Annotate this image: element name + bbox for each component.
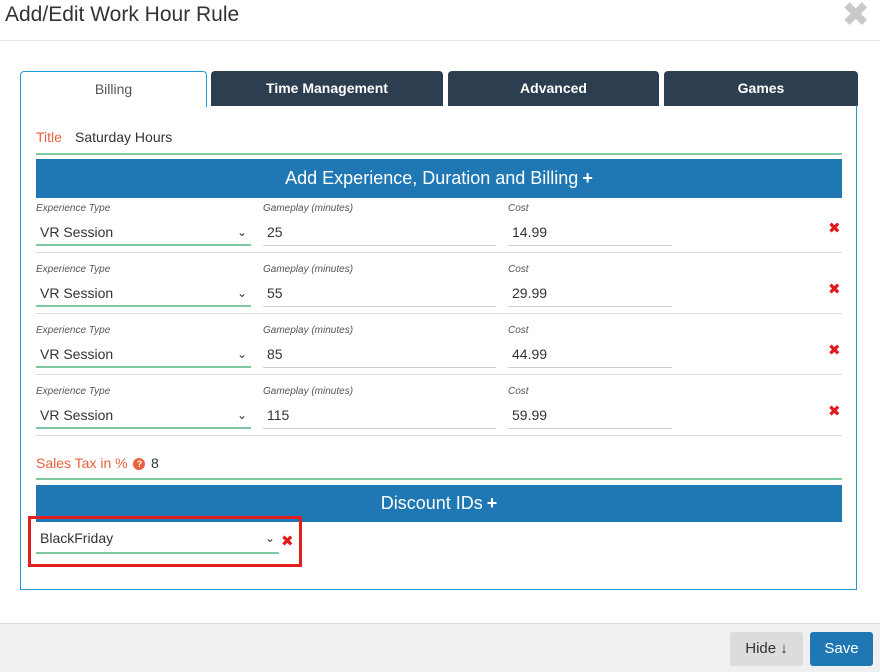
cost-input[interactable]: 44.99 <box>508 340 672 368</box>
delete-row-icon[interactable]: ✖ <box>828 280 841 298</box>
delete-row-icon[interactable]: ✖ <box>828 219 841 237</box>
gameplay-label: Gameplay (minutes) <box>263 325 354 336</box>
sales-tax-label: Sales Tax in % ? <box>36 455 146 471</box>
cost-input[interactable]: 29.99 <box>508 279 672 307</box>
row-divider <box>36 313 842 314</box>
cost-label: Cost <box>508 386 529 397</box>
experience-type-label: Experience Type <box>36 264 111 275</box>
sales-tax-input[interactable]: 8 <box>151 455 159 471</box>
title-field-row: Title Saturday Hours <box>36 122 842 155</box>
gameplay-input[interactable]: 85 <box>263 340 496 368</box>
experience-type-select[interactable]: VR Session ⌄ <box>36 401 251 429</box>
row-divider <box>36 435 842 436</box>
chevron-down-icon: ⌄ <box>236 286 247 300</box>
tab-time-management[interactable]: Time Management <box>211 71 443 106</box>
chevron-down-icon: ⌄ <box>236 408 247 422</box>
row-divider <box>36 374 842 375</box>
sales-tax-label-text: Sales Tax in % <box>36 455 128 471</box>
add-experience-button[interactable]: Add Experience, Duration and Billing + <box>36 159 842 198</box>
gameplay-input[interactable]: 55 <box>263 279 496 307</box>
tab-billing[interactable]: Billing <box>20 71 207 107</box>
delete-row-icon[interactable]: ✖ <box>828 341 841 359</box>
experience-type-label: Experience Type <box>36 203 111 214</box>
tab-advanced[interactable]: Advanced <box>448 71 659 106</box>
experience-type-select[interactable]: VR Session ⌄ <box>36 340 251 368</box>
experience-type-value: VR Session <box>40 224 114 240</box>
experience-type-select[interactable]: VR Session ⌄ <box>36 279 251 307</box>
discount-bar-label: Discount IDs <box>380 493 483 513</box>
cost-label: Cost <box>508 264 529 275</box>
experience-type-value: VR Session <box>40 346 114 362</box>
delete-row-icon[interactable]: ✖ <box>828 402 841 420</box>
close-icon[interactable]: ✖ <box>842 0 871 32</box>
cost-label: Cost <box>508 325 529 336</box>
experience-type-select[interactable]: VR Session ⌄ <box>36 218 251 246</box>
dialog-header: Add/Edit Work Hour Rule ✖ <box>0 0 880 41</box>
gameplay-label: Gameplay (minutes) <box>263 386 354 397</box>
experience-type-label: Experience Type <box>36 386 111 397</box>
experience-row: Experience Type Gameplay (minutes) Cost … <box>36 325 842 381</box>
experience-type-value: VR Session <box>40 407 114 423</box>
experience-row: Experience Type Gameplay (minutes) Cost … <box>36 203 842 259</box>
delete-discount-icon[interactable]: ✖ <box>281 532 294 550</box>
dialog-footer: Hide ↓ Save <box>0 623 880 672</box>
chevron-down-icon: ⌄ <box>236 225 247 239</box>
experience-row: Experience Type Gameplay (minutes) Cost … <box>36 386 842 442</box>
gameplay-label: Gameplay (minutes) <box>263 264 354 275</box>
gameplay-label: Gameplay (minutes) <box>263 203 354 214</box>
experience-row: Experience Type Gameplay (minutes) Cost … <box>36 264 842 320</box>
add-experience-label: Add Experience, Duration and Billing <box>285 168 579 188</box>
row-divider <box>36 252 842 253</box>
cost-input[interactable]: 14.99 <box>508 218 672 246</box>
plus-icon: + <box>486 493 498 513</box>
hide-button[interactable]: Hide ↓ <box>730 632 803 666</box>
sales-tax-row: Sales Tax in % ? 8 <box>36 450 842 480</box>
save-button[interactable]: Save <box>810 632 873 666</box>
title-label: Title <box>36 129 62 145</box>
cost-label: Cost <box>508 203 529 214</box>
discount-id-value: BlackFriday <box>40 530 114 546</box>
dialog-title: Add/Edit Work Hour Rule <box>5 3 240 26</box>
discount-id-select[interactable]: BlackFriday ⌄ <box>36 524 279 554</box>
title-input[interactable]: Saturday Hours <box>75 129 172 145</box>
plus-icon: + <box>582 168 593 188</box>
chevron-down-icon: ⌄ <box>264 531 275 545</box>
tab-bar: Billing Time Management Advanced Games <box>20 71 858 107</box>
gameplay-input[interactable]: 25 <box>263 218 496 246</box>
experience-type-label: Experience Type <box>36 325 111 336</box>
experience-type-value: VR Session <box>40 285 114 301</box>
tab-games[interactable]: Games <box>664 71 858 106</box>
chevron-down-icon: ⌄ <box>236 347 247 361</box>
cost-input[interactable]: 59.99 <box>508 401 672 429</box>
help-circle-icon[interactable]: ? <box>133 458 146 470</box>
gameplay-input[interactable]: 115 <box>263 401 496 429</box>
